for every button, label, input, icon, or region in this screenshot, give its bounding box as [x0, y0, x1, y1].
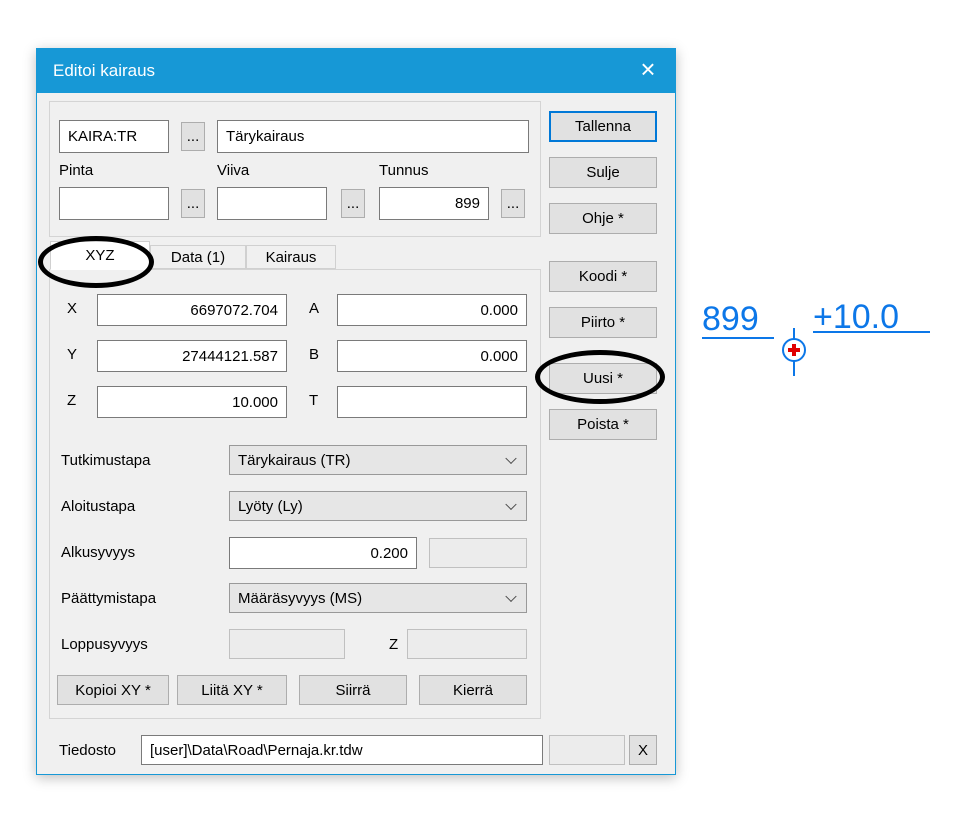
chevron-down-icon [505, 453, 516, 464]
y-label: Y [67, 346, 77, 363]
tab-kairaus[interactable]: Kairaus [246, 245, 336, 269]
tab-xyz[interactable]: XYZ [50, 241, 150, 270]
alkusyvyys-field[interactable] [229, 537, 417, 569]
pinta-browse-button[interactable]: ... [181, 189, 205, 218]
tutkimustapa-select[interactable]: Tärykairaus (TR) [229, 445, 527, 475]
loppusyvyys-field [229, 629, 345, 659]
aloitustapa-value: Lyöty (Ly) [238, 498, 303, 515]
tab-data[interactable]: Data (1) [150, 245, 246, 269]
pinta-label: Pinta [59, 162, 93, 179]
uusi-button[interactable]: Uusi * [549, 363, 657, 394]
loppusyvyys-z-label: Z [389, 636, 398, 653]
aloitustapa-select[interactable]: Lyöty (Ly) [229, 491, 527, 521]
paattymistapa-label: Päättymistapa [61, 590, 156, 607]
liita-xy-button[interactable]: Liitä XY * [177, 675, 287, 705]
koodi-button[interactable]: Koodi * [549, 261, 657, 292]
tutkimustapa-value: Tärykairaus (TR) [238, 452, 351, 469]
pinta-field[interactable] [59, 187, 169, 220]
viiva-label: Viiva [217, 162, 249, 179]
paattymistapa-select[interactable]: Määräsyvyys (MS) [229, 583, 527, 613]
loppusyvyys-z-field [407, 629, 527, 659]
sulje-button[interactable]: Sulje [549, 157, 657, 188]
b-field[interactable] [337, 340, 527, 372]
piirto-button[interactable]: Piirto * [549, 307, 657, 338]
y-field[interactable] [97, 340, 287, 372]
paattymistapa-value: Määräsyvyys (MS) [238, 590, 362, 607]
cad-elevation-text: +10.0 [813, 298, 899, 336]
alkusyvyys-label: Alkusyvyys [61, 544, 135, 561]
survey-name-field[interactable] [217, 120, 529, 153]
tunnus-field[interactable] [379, 187, 489, 220]
chevron-down-icon [505, 499, 516, 510]
kopioi-xy-button[interactable]: Kopioi XY * [57, 675, 169, 705]
survey-code-field[interactable] [59, 120, 169, 153]
tiedosto-path-field[interactable] [141, 735, 543, 765]
footer-x-button[interactable]: X [629, 735, 657, 765]
z-label: Z [67, 392, 76, 409]
t-field[interactable] [337, 386, 527, 418]
tunnus-label: Tunnus [379, 162, 428, 179]
tunnus-browse-button[interactable]: ... [501, 189, 525, 218]
cad-point-id-text: 899 [702, 300, 759, 338]
ohje-button[interactable]: Ohje * [549, 203, 657, 234]
x-label: X [67, 300, 77, 317]
survey-code-browse-button[interactable]: ... [181, 122, 205, 151]
footer-aux-field [549, 735, 625, 765]
aloitustapa-label: Aloitustapa [61, 498, 135, 515]
siirra-button[interactable]: Siirrä [299, 675, 407, 705]
close-icon[interactable]: × [629, 49, 667, 93]
viiva-field[interactable] [217, 187, 327, 220]
cad-crosshair-icon [783, 328, 805, 376]
x-field[interactable] [97, 294, 287, 326]
cad-point-marker: 899 +10.0 [688, 288, 950, 398]
a-label: A [309, 300, 319, 317]
z-field[interactable] [97, 386, 287, 418]
dialog-title: Editoi kairaus [53, 49, 155, 93]
tallenna-button[interactable]: Tallenna [549, 111, 657, 142]
alkusyvyys-aux-field [429, 538, 527, 568]
kierra-button[interactable]: Kierrä [419, 675, 527, 705]
t-label: T [309, 392, 318, 409]
loppusyvyys-label: Loppusyvyys [61, 636, 148, 653]
poista-button[interactable]: Poista * [549, 409, 657, 440]
chevron-down-icon [505, 591, 516, 602]
b-label: B [309, 346, 319, 363]
edit-drilling-dialog: Editoi kairaus × ... Pinta Viiva Tunnus … [36, 48, 676, 775]
a-field[interactable] [337, 294, 527, 326]
title-bar[interactable]: Editoi kairaus × [37, 49, 675, 93]
tutkimustapa-label: Tutkimustapa [61, 452, 150, 469]
tiedosto-label: Tiedosto [59, 742, 116, 759]
viiva-browse-button[interactable]: ... [341, 189, 365, 218]
